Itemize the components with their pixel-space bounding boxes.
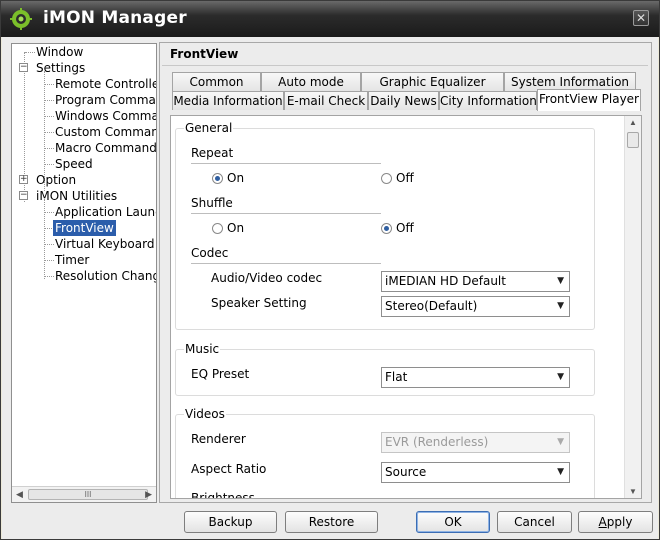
- content-vertical-scrollbar[interactable]: ▲ ▼: [624, 116, 641, 498]
- apply-button[interactable]: Apply: [578, 511, 653, 533]
- radio-checked-icon: [381, 223, 392, 234]
- general-group-title: General: [184, 121, 234, 135]
- eq-preset-select[interactable]: Flat ▼: [381, 367, 570, 388]
- chevron-down-icon: ▼: [557, 467, 564, 477]
- radio-label: Off: [396, 171, 414, 185]
- select-value: Flat: [385, 370, 408, 384]
- aspect-ratio-select[interactable]: Source ▼: [381, 462, 570, 483]
- tree-item-label: Resolution Changer: [55, 269, 156, 283]
- renderer-label: Renderer: [191, 432, 246, 446]
- tab-daily-news[interactable]: Daily News: [368, 91, 439, 110]
- shuffle-off-radio[interactable]: Off: [381, 221, 414, 235]
- eq-preset-label: EQ Preset: [191, 367, 250, 381]
- chevron-down-icon: ▼: [557, 437, 564, 447]
- scroll-thumb[interactable]: III: [28, 489, 148, 500]
- tab-auto-mode[interactable]: Auto mode: [261, 72, 361, 91]
- chevron-down-icon: ▼: [557, 276, 564, 286]
- apply-mnemonic: A: [598, 515, 607, 529]
- select-value: iMEDIAN HD Default: [385, 274, 506, 288]
- tab-media-information[interactable]: Media Information: [172, 91, 284, 110]
- repeat-label: Repeat: [191, 146, 234, 160]
- repeat-divider: [191, 163, 381, 164]
- tab-graphic-equalizer[interactable]: Graphic Equalizer: [361, 72, 504, 91]
- radio-unchecked-icon: [381, 173, 392, 184]
- chevron-down-icon: ▼: [557, 372, 564, 382]
- tree-item-label: Remote Controller: [55, 77, 157, 91]
- tab-email-check[interactable]: E-mail Check: [284, 91, 368, 110]
- speaker-setting-select[interactable]: Stereo(Default) ▼: [381, 296, 570, 317]
- radio-label: Off: [396, 221, 414, 235]
- videos-group: Videos Renderer EVR (Renderless) ▼ Aspec…: [175, 407, 595, 499]
- av-codec-label: Audio/Video codec: [211, 271, 323, 285]
- scroll-thumb[interactable]: [627, 132, 639, 148]
- close-button[interactable]: ✕: [633, 10, 649, 26]
- videos-group-title: Videos: [184, 407, 226, 421]
- tree-horizontal-scrollbar[interactable]: ◀ III ▶: [12, 486, 156, 502]
- tab-city-information[interactable]: City Information: [439, 91, 537, 110]
- radio-label: On: [227, 171, 245, 185]
- select-value: Source: [385, 465, 427, 479]
- apply-label: pply: [606, 515, 633, 529]
- tree-item-label: Custom Command: [55, 125, 157, 139]
- tree-guide: [44, 199, 45, 279]
- imon-logo-icon: [10, 8, 32, 30]
- tree-item-label: Macro Command: [55, 141, 157, 155]
- radio-unchecked-icon: [212, 223, 223, 234]
- scroll-left-icon[interactable]: ◀: [16, 489, 23, 500]
- collapse-icon[interactable]: −: [19, 63, 28, 72]
- codec-label: Codec: [191, 246, 229, 260]
- aspect-ratio-label: Aspect Ratio: [191, 462, 267, 476]
- scroll-right-icon[interactable]: ▶: [145, 489, 152, 500]
- restore-button[interactable]: Restore: [285, 511, 378, 533]
- speaker-setting-label: Speaker Setting: [211, 296, 307, 310]
- expand-icon[interactable]: +: [19, 175, 28, 184]
- music-group-title: Music: [184, 342, 221, 356]
- av-codec-select[interactable]: iMEDIAN HD Default ▼: [381, 271, 570, 292]
- tree-item-label: Application Launcher: [55, 205, 156, 219]
- window-title: iMON Manager: [43, 8, 187, 28]
- tree-item-label: Speed: [55, 157, 93, 171]
- renderer-select: EVR (Renderless) ▼: [381, 432, 570, 453]
- frontview-player-page: General Repeat On Off Shuffle On Off Cod…: [170, 115, 642, 499]
- tree-item-label: Settings: [36, 61, 86, 75]
- select-value: Stereo(Default): [385, 299, 478, 313]
- general-group: General Repeat On Off Shuffle On Off Cod…: [175, 121, 595, 330]
- settings-panel: FrontView Common Auto mode Graphic Equal…: [159, 42, 652, 503]
- repeat-off-radio[interactable]: Off: [381, 171, 414, 185]
- tree-item-label: Program Command: [55, 93, 156, 107]
- codec-divider: [191, 263, 381, 264]
- tree-item-label: Option: [36, 173, 77, 187]
- tree-item-label: Timer: [55, 253, 90, 267]
- title-divider: [162, 65, 648, 66]
- radio-checked-icon: [212, 173, 223, 184]
- tab-frontview-player[interactable]: FrontView Player: [537, 89, 641, 111]
- ok-button[interactable]: OK: [416, 511, 490, 533]
- shuffle-divider: [191, 213, 381, 214]
- shuffle-label: Shuffle: [191, 196, 233, 210]
- tree-item-label: FrontView: [53, 220, 116, 236]
- title-bar[interactable]: iMON Manager ✕: [1, 1, 659, 37]
- client-area: Window − Settings Remote Controller Prog…: [2, 37, 658, 539]
- settings-tree[interactable]: Window − Settings Remote Controller Prog…: [11, 43, 157, 503]
- brightness-label: Brightness: [191, 491, 255, 499]
- select-value: EVR (Renderless): [385, 435, 489, 449]
- cancel-button[interactable]: Cancel: [497, 511, 572, 533]
- scroll-up-icon[interactable]: ▲: [629, 118, 637, 127]
- tab-common[interactable]: Common: [172, 72, 261, 91]
- tree-item-label: iMON Utilities: [36, 189, 118, 203]
- shuffle-on-radio[interactable]: On: [212, 221, 244, 235]
- radio-label: On: [227, 221, 245, 235]
- backup-button[interactable]: Backup: [184, 511, 277, 533]
- scroll-down-icon[interactable]: ▼: [629, 487, 637, 496]
- panel-title: FrontView: [170, 47, 239, 61]
- music-group: Music EQ Preset Flat ▼: [175, 342, 595, 396]
- chevron-down-icon: ▼: [557, 301, 564, 311]
- repeat-on-radio[interactable]: On: [212, 171, 244, 185]
- tree-item-label: Windows Command: [55, 109, 157, 123]
- imon-manager-window: iMON Manager ✕ Window − Settings Remote …: [0, 0, 660, 540]
- tree-item-label: Window: [36, 45, 84, 59]
- collapse-icon[interactable]: −: [19, 191, 28, 200]
- tree-item-label: Virtual Keyboard: [55, 237, 155, 251]
